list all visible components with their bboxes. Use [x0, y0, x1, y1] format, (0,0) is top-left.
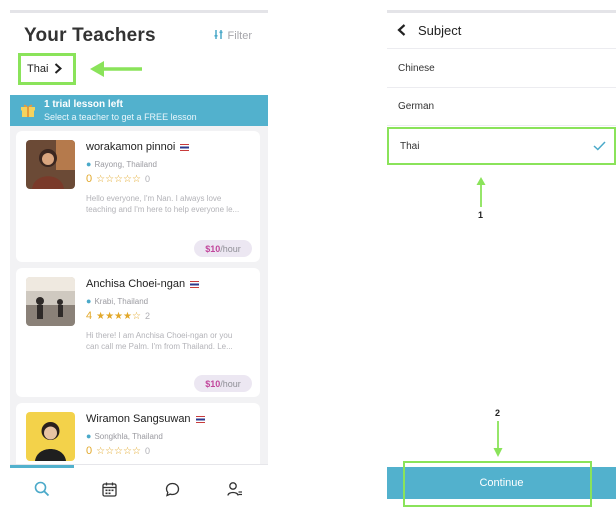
annotation-arrow-left: [90, 61, 142, 77]
thai-flag-icon: [180, 143, 190, 151]
subject-option-german[interactable]: German: [387, 88, 616, 126]
star-rating-icon: ★★★★☆: [96, 310, 141, 322]
avatar: [26, 140, 75, 189]
price-badge: $10/hour: [194, 375, 252, 392]
teacher-location: ● Songkhla, Thailand: [86, 431, 163, 441]
review-count: 2: [144, 311, 150, 321]
location-text: Krabi, Thailand: [94, 296, 149, 306]
teacher-name: Wiramon Sangsuwan: [86, 413, 191, 425]
review-count: 0: [144, 174, 150, 184]
location-text: Songkhla, Thailand: [94, 431, 163, 441]
trial-title: 1 trial lesson left: [44, 99, 123, 110]
checkmark-icon: [593, 139, 606, 154]
teacher-name: worakamon pinnoi: [86, 141, 176, 153]
teacher-card[interactable]: Wiramon Sangsuwan ● Songkhla, Thailand 0…: [16, 403, 260, 473]
teacher-rating: 4 ★★★★☆ 2: [86, 310, 150, 322]
teacher-rating: 0 ☆☆☆☆☆ 0: [86, 445, 150, 457]
annotation-arrow-up: [476, 177, 486, 207]
subject-screen: Subject Chinese German Thai 1 2 Continue: [387, 10, 616, 512]
tab-messages[interactable]: [157, 478, 187, 500]
teacher-location: ● Rayong, Thailand: [86, 159, 157, 169]
subject-header: Subject: [387, 13, 616, 49]
annotation-step-2: 2: [495, 408, 501, 418]
filter-label: Filter: [227, 30, 252, 42]
trial-banner: 1 trial lesson left Select a teacher to …: [10, 95, 268, 126]
avatar: [26, 412, 75, 461]
calendar-icon: [101, 482, 117, 497]
page-title: Your Teachers: [24, 25, 156, 46]
teacher-name: Anchisa Choei-ngan: [86, 278, 186, 290]
tab-profile[interactable]: [220, 478, 250, 500]
thai-flag-icon: [190, 280, 200, 288]
filter-button[interactable]: Filter: [213, 29, 252, 43]
thai-flag-icon: [195, 415, 205, 423]
teacher-name-row: worakamon pinnoi: [86, 141, 190, 153]
bottom-tab-bar: [10, 464, 268, 512]
subject-option-chinese[interactable]: Chinese: [387, 50, 616, 88]
review-count: 0: [144, 446, 150, 456]
rating-score: 0: [86, 445, 93, 457]
gift-icon: [21, 104, 35, 117]
teachers-screen: Your Teachers Filter Thai 1 trial lesson…: [10, 10, 268, 512]
location-pin-icon: ●: [86, 159, 92, 169]
teachers-header: Your Teachers Filter Thai: [10, 13, 268, 95]
continue-highlight: [403, 461, 592, 507]
price-unit: /hour: [220, 243, 241, 254]
price-amount: $10: [205, 378, 221, 389]
option-label: German: [398, 101, 435, 112]
subject-selector[interactable]: Thai: [18, 53, 76, 85]
option-label: Chinese: [398, 63, 435, 74]
option-label: Thai: [400, 140, 420, 152]
chevron-right-icon: [54, 62, 63, 77]
annotation-step-1: 1: [478, 210, 484, 220]
page-title: Subject: [418, 23, 462, 38]
star-rating-icon: ☆☆☆☆☆: [96, 173, 141, 185]
subject-option-thai[interactable]: Thai: [387, 127, 616, 165]
chat-icon: [165, 482, 179, 497]
teacher-card[interactable]: Anchisa Choei-ngan ● Krabi, Thailand 4 ★…: [16, 268, 260, 397]
search-icon: [34, 481, 50, 497]
location-pin-icon: ●: [86, 431, 92, 441]
chevron-left-icon[interactable]: [397, 23, 406, 39]
tab-calendar[interactable]: [94, 478, 124, 500]
subject-label: Thai: [27, 63, 49, 75]
avatar: [26, 277, 75, 326]
sliders-icon: [213, 29, 224, 43]
teacher-bio: Hello everyone, I'm Nan. I always love t…: [86, 194, 240, 214]
active-tab-indicator: [10, 465, 74, 468]
teacher-rating: 0 ☆☆☆☆☆ 0: [86, 173, 150, 185]
location-text: Rayong, Thailand: [94, 159, 157, 169]
price-unit: /hour: [220, 378, 241, 389]
annotation-arrow-down: [493, 421, 503, 457]
price-amount: $10: [205, 243, 221, 254]
location-pin-icon: ●: [86, 296, 92, 306]
price-badge: $10/hour: [194, 240, 252, 257]
teacher-bio: Hi there! I am Anchisa Choei-ngan or you…: [86, 331, 233, 351]
teacher-name-row: Wiramon Sangsuwan: [86, 413, 205, 425]
teacher-location: ● Krabi, Thailand: [86, 296, 148, 306]
rating-score: 4: [86, 310, 93, 322]
tab-search[interactable]: [27, 478, 57, 500]
teacher-card[interactable]: worakamon pinnoi ● Rayong, Thailand 0 ☆☆…: [16, 131, 260, 262]
star-rating-icon: ☆☆☆☆☆: [96, 445, 141, 457]
rating-score: 0: [86, 173, 93, 185]
profile-icon: [227, 482, 242, 496]
teacher-name-row: Anchisa Choei-ngan: [86, 278, 200, 290]
trial-subtitle: Select a teacher to get a FREE lesson: [44, 112, 197, 122]
